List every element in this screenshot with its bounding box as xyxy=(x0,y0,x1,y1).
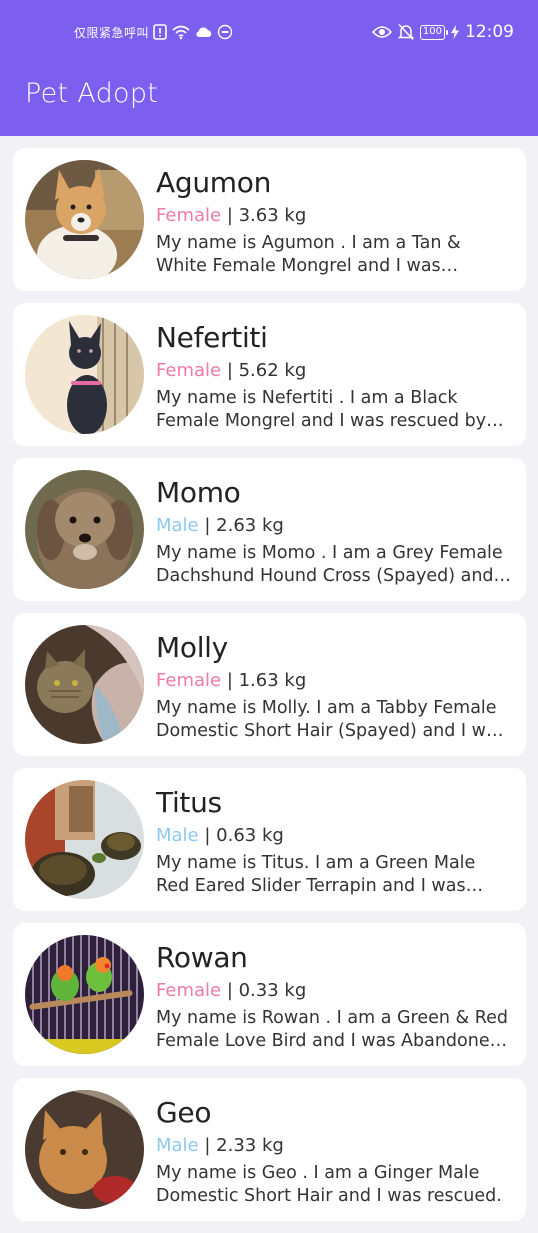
bell-off-icon xyxy=(397,23,414,41)
pet-gender: Male xyxy=(156,515,199,536)
status-left: 仅限紧急呼叫 xyxy=(74,22,233,42)
pet-meta: Female | 0.33 kg xyxy=(156,980,307,1001)
pet-description: My name is Rowan . I am a Green & Red Fe… xyxy=(156,1008,509,1051)
pet-name: Titus xyxy=(156,786,222,819)
alert-sim-icon xyxy=(153,24,167,40)
pet-photo xyxy=(25,160,144,279)
pet-weight: 2.63 kg xyxy=(216,515,284,536)
pet-description: My name is Titus. I am a Green Male Red … xyxy=(156,853,476,896)
pet-weight: 0.33 kg xyxy=(238,980,307,1001)
pet-meta: Female | 5.62 kg xyxy=(156,360,307,381)
pet-meta: Male | 2.33 kg xyxy=(156,1135,284,1156)
pet-photo xyxy=(25,315,144,434)
pet-name: Agumon xyxy=(156,166,272,199)
app-title: Pet Adopt xyxy=(25,78,159,109)
pet-gender: Male xyxy=(156,825,199,846)
pet-weight: 3.63 kg xyxy=(238,205,307,226)
pet-meta: Male | 2.63 kg xyxy=(156,515,284,536)
pet-photo xyxy=(25,470,144,589)
carrier-text: 仅限紧急呼叫 xyxy=(74,25,150,40)
status-bar: 仅限紧急呼叫 100 12:09 xyxy=(0,0,538,62)
battery-icon: 100 xyxy=(419,24,449,40)
cloud-icon xyxy=(195,25,213,39)
eye-icon xyxy=(371,25,392,39)
pet-photo xyxy=(25,1090,144,1209)
pet-photo xyxy=(25,780,144,899)
pet-card[interactable]: Nefertiti Female | 5.62 kg My name is Ne… xyxy=(13,303,526,446)
clock-time: 12:09 xyxy=(465,22,514,42)
pet-card[interactable]: Rowan Female | 0.33 kg My name is Rowan … xyxy=(13,923,526,1066)
pet-gender: Male xyxy=(156,1135,199,1156)
pet-gender: Female xyxy=(156,670,222,691)
pet-card[interactable]: Geo Male | 2.33 kg My name is Geo . I am… xyxy=(13,1078,526,1221)
hd-icon xyxy=(217,24,233,40)
pet-description: My name is Geo . I am a Ginger Male Dome… xyxy=(156,1163,502,1206)
pet-name: Momo xyxy=(156,476,241,509)
pet-card[interactable]: Molly Female | 1.63 kg My name is Molly.… xyxy=(13,613,526,756)
pet-description: My name is Nefertiti . I am a Black Fema… xyxy=(156,388,487,431)
pet-photo xyxy=(25,625,144,744)
pet-weight: 2.33 kg xyxy=(216,1135,284,1156)
pet-gender: Female xyxy=(156,360,222,381)
pet-description: My name is Momo . I am a Grey Female Dac… xyxy=(156,543,505,586)
pet-meta: Female | 1.63 kg xyxy=(156,670,307,691)
pet-card[interactable]: Titus Male | 0.63 kg My name is Titus. I… xyxy=(13,768,526,911)
pet-list[interactable]: Agumon Female | 3.63 kg My name is Agumo… xyxy=(13,148,526,1233)
pet-weight: 0.63 kg xyxy=(216,825,284,846)
charging-icon xyxy=(451,25,459,39)
wifi-icon xyxy=(171,24,191,40)
pet-card[interactable]: Momo Male | 2.63 kg My name is Momo . I … xyxy=(13,458,526,601)
pet-name: Geo xyxy=(156,1096,212,1129)
pet-name: Molly xyxy=(156,631,228,664)
pet-gender: Female xyxy=(156,205,222,226)
pet-description: My name is Agumon . I am a Tan & White F… xyxy=(156,233,461,276)
pet-meta: Female | 3.63 kg xyxy=(156,205,307,226)
pet-card[interactable]: Agumon Female | 3.63 kg My name is Agumo… xyxy=(13,148,526,291)
pet-photo xyxy=(25,935,144,1054)
pet-name: Rowan xyxy=(156,941,248,974)
pet-weight: 1.63 kg xyxy=(238,670,307,691)
status-right: 100 12:09 xyxy=(371,19,514,45)
pet-weight: 5.62 kg xyxy=(238,360,307,381)
app-bar: Pet Adopt xyxy=(0,62,538,136)
pet-name: Nefertiti xyxy=(156,321,268,354)
pet-meta: Male | 0.63 kg xyxy=(156,825,284,846)
pet-description: My name is Molly. I am a Tabby Female Do… xyxy=(156,698,506,741)
pet-gender: Female xyxy=(156,980,222,1001)
